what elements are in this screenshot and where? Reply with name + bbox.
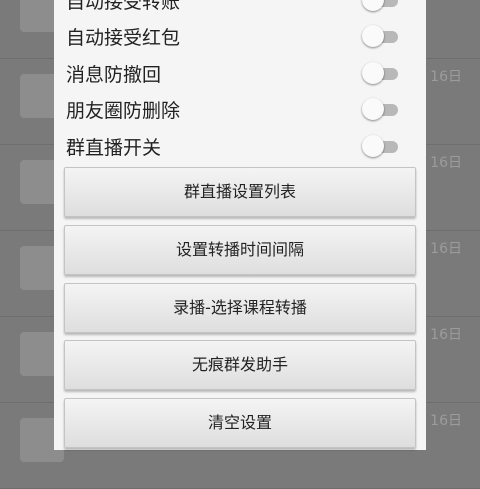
toggle-thumb [362, 25, 384, 47]
toggle-thumb [362, 98, 384, 120]
auto-accept-transfer-toggle[interactable] [362, 0, 398, 11]
select-course-relay-button[interactable]: 录播-选择课程转播 [64, 283, 416, 333]
list-item-date: 16日 [430, 327, 462, 343]
list-item-date: 16日 [430, 413, 462, 429]
list-item-date: 16日 [430, 155, 462, 171]
group-live-settings-list-button[interactable]: 群直播设置列表 [64, 167, 416, 217]
switch-label: 自动接受转账 [66, 0, 181, 13]
switch-label: 消息防撤回 [66, 64, 162, 86]
switch-label: 朋友圈防删除 [66, 100, 181, 122]
switch-label: 自动接受红包 [66, 27, 181, 49]
switch-row-anti-recall[interactable]: 消息防撤回 [54, 55, 426, 92]
settings-dialog: 自动接受转账 自动接受红包 消息防撤回 朋友圈防删除 群直播开关 群直播设置列表… [54, 0, 426, 450]
toggle-thumb [362, 62, 384, 84]
moments-anti-delete-toggle[interactable] [362, 98, 398, 120]
switch-row-auto-accept-red-packet[interactable]: 自动接受红包 [54, 18, 426, 55]
list-item-date: 16日 [430, 69, 462, 85]
switch-row-moments-anti-delete[interactable]: 朋友圈防删除 [54, 91, 426, 128]
list-item-date: 16日 [430, 241, 462, 257]
toggle-thumb [362, 0, 384, 11]
silent-broadcast-assistant-button[interactable]: 无痕群发助手 [64, 340, 416, 390]
switch-row-group-live[interactable]: 群直播开关 [54, 128, 426, 165]
set-relay-interval-button[interactable]: 设置转播时间间隔 [64, 225, 416, 275]
anti-recall-toggle[interactable] [362, 62, 398, 84]
clear-settings-button[interactable]: 清空设置 [64, 398, 416, 448]
switch-row-auto-accept-transfer[interactable]: 自动接受转账 [54, 0, 426, 19]
auto-accept-red-packet-toggle[interactable] [362, 25, 398, 47]
group-live-toggle[interactable] [362, 135, 398, 157]
switch-label: 群直播开关 [66, 137, 162, 159]
toggle-thumb [362, 135, 384, 157]
